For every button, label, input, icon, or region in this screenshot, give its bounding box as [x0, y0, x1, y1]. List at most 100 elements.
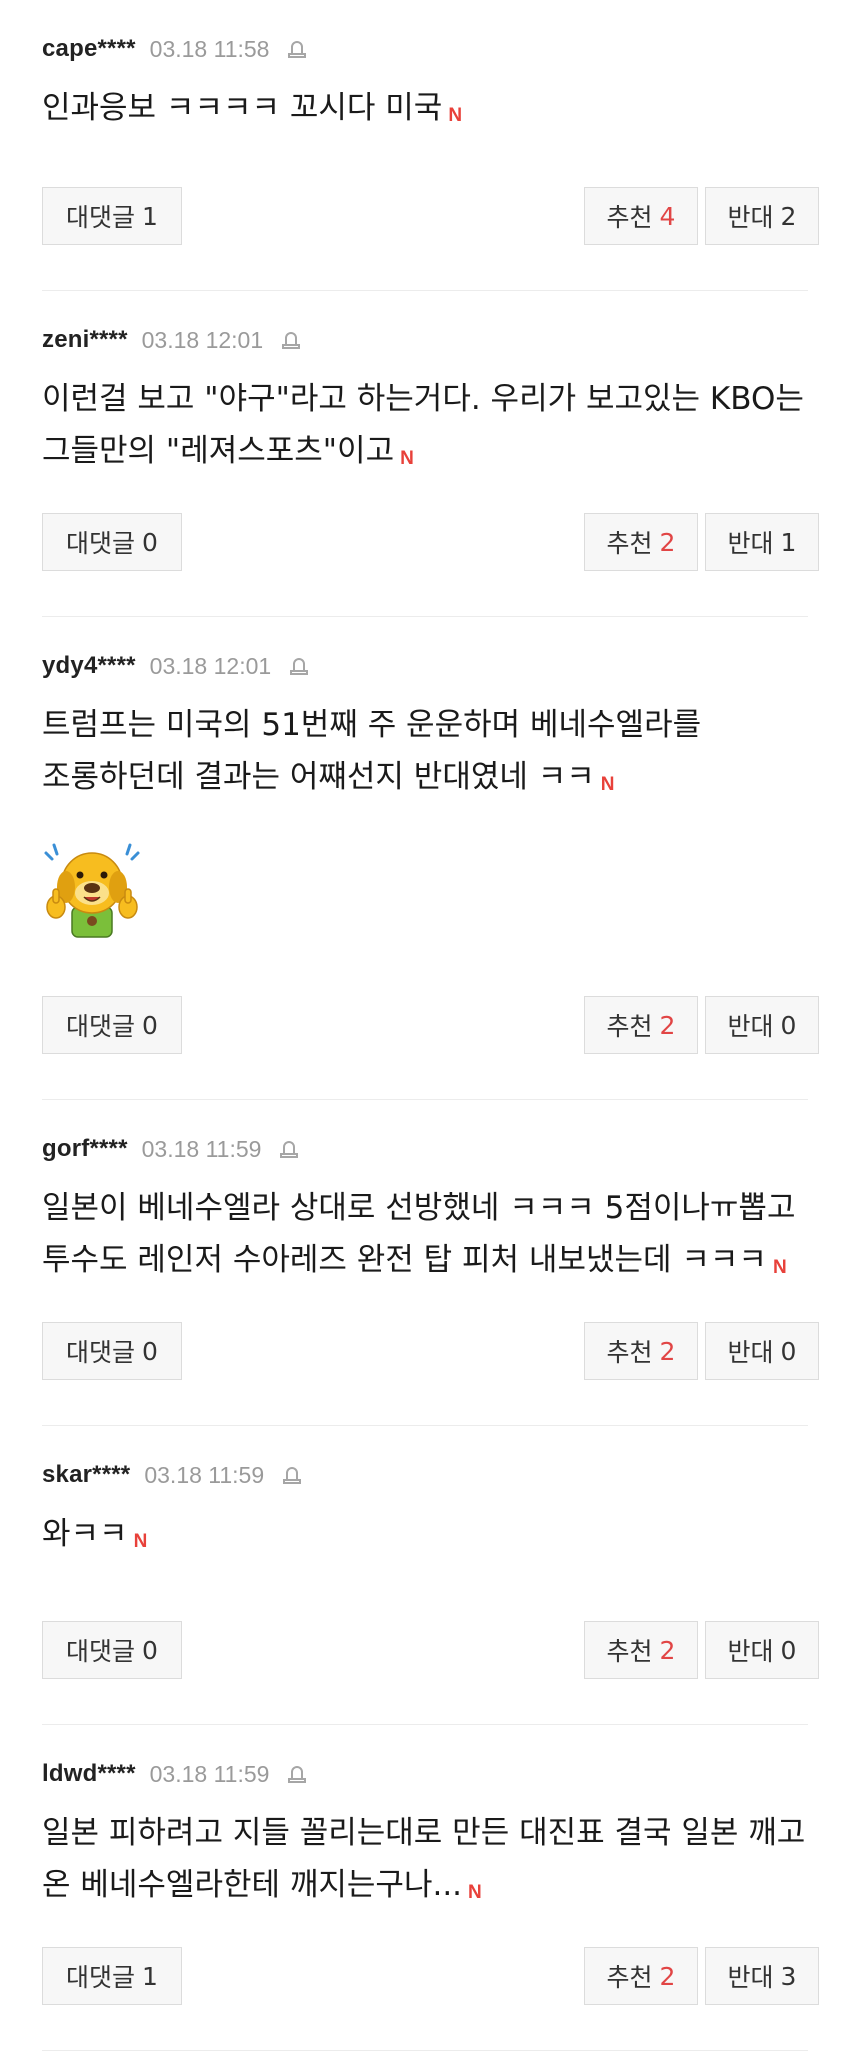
dislike-label: 반대: [727, 1012, 774, 1041]
comment-author[interactable]: gorf****: [42, 1135, 128, 1163]
reply-button[interactable]: 대댓글 1: [42, 1947, 182, 2005]
new-badge: N: [468, 1882, 482, 1903]
reply-button[interactable]: 대댓글 0: [42, 1621, 182, 1679]
new-badge: N: [133, 1531, 148, 1552]
comment-text-content: 일본이 베네수엘라 상대로 선방했네 ㅋㅋㅋ 5점이나ㅠ뽑고 투수도 레인저 수…: [42, 1190, 796, 1278]
dislike-button[interactable]: 반대 3: [705, 1947, 819, 2005]
comment-text-content: 일본 피하려고 지들 꼴리는대로 만든 대진표 결국 일본 깨고 온 베네수엘라…: [42, 1815, 806, 1903]
comment-text-content: 이런걸 보고 "야구"라고 하는거다. 우리가 보고있는 KBO는 그들만의 "…: [42, 381, 804, 469]
reply-count: 0: [142, 1635, 158, 1665]
comment-timestamp: 03.18 12:01: [149, 652, 272, 679]
siren-icon[interactable]: [280, 1463, 304, 1487]
comment-author[interactable]: ldwd****: [42, 1760, 136, 1788]
comment-meta: skar**** 03.18 11:59: [42, 1460, 304, 1490]
comment-item: cape**** 03.18 11:58 인과응보 ㅋㅋㅋㅋ 꼬시다 미국 N 대…: [42, 0, 819, 291]
like-count: 2: [659, 1336, 676, 1366]
reply-count: 1: [142, 201, 158, 231]
reply-label: 대댓글: [66, 529, 136, 558]
like-button[interactable]: 추천 2: [584, 1621, 698, 1679]
comment-text: 트럼프는 미국의 51번째 주 운운하며 베네수엘라를 조롱하던데 결과는 어쨰…: [42, 699, 808, 811]
dislike-button[interactable]: 반대 0: [705, 1322, 819, 1380]
like-button[interactable]: 추천 2: [584, 1947, 698, 2005]
siren-icon[interactable]: [277, 1137, 301, 1161]
comment-timestamp: 03.18 11:58: [149, 35, 270, 62]
comment-author[interactable]: zeni****: [42, 326, 128, 354]
dislike-label: 반대: [727, 1338, 774, 1367]
like-label: 추천: [606, 529, 653, 558]
like-count: 2: [659, 1961, 676, 1991]
siren-icon[interactable]: [279, 328, 303, 352]
like-label: 추천: [606, 203, 653, 232]
comment-text: 인과응보 ㅋㅋㅋㅋ 꼬시다 미국 N: [42, 82, 808, 142]
reply-button[interactable]: 대댓글 0: [42, 1322, 182, 1380]
dislike-button[interactable]: 반대 1: [705, 513, 819, 571]
like-button[interactable]: 추천 2: [584, 996, 698, 1054]
like-button[interactable]: 추천 2: [584, 513, 698, 571]
reply-button[interactable]: 대댓글 0: [42, 513, 182, 571]
like-button[interactable]: 추천 4: [584, 187, 698, 245]
comment-timestamp: 03.18 11:59: [141, 1135, 262, 1162]
reply-count: 0: [142, 1336, 158, 1366]
dislike-button[interactable]: 반대 0: [705, 996, 819, 1054]
comment-author[interactable]: skar****: [42, 1461, 130, 1489]
like-label: 추천: [606, 1963, 653, 1992]
comment-item: ldwd**** 03.18 11:59 일본 피하려고 지들 꼴리는대로 만든…: [42, 1725, 819, 2051]
like-count: 4: [659, 201, 676, 231]
reply-count: 0: [142, 1010, 158, 1040]
dislike-button[interactable]: 반대 0: [705, 1621, 819, 1679]
siren-icon[interactable]: [285, 1762, 309, 1786]
like-count: 2: [659, 1010, 676, 1040]
like-label: 추천: [606, 1012, 653, 1041]
reply-count: 0: [142, 527, 158, 557]
dislike-label: 반대: [727, 203, 774, 232]
reply-button[interactable]: 대댓글 0: [42, 996, 182, 1054]
comment-item: skar**** 03.18 11:59 와ㅋㅋ N 대댓글 0 추천 2 반대 0: [42, 1426, 819, 1725]
comment-text: 와ㅋㅋ N: [42, 1508, 808, 1568]
dislike-count: 0: [780, 1010, 797, 1040]
comment-timestamp: 03.18 11:59: [149, 1760, 270, 1787]
siren-icon[interactable]: [285, 37, 309, 61]
comment-author[interactable]: cape****: [42, 35, 136, 63]
new-badge: N: [400, 448, 414, 469]
comment-item: ydy4**** 03.18 12:01 트럼프는 미국의 51번째 주 운운하…: [42, 617, 819, 1100]
reply-button[interactable]: 대댓글 1: [42, 187, 182, 245]
comment-meta: zeni**** 03.18 12:01: [42, 325, 303, 355]
comment-timestamp: 03.18 12:01: [141, 326, 264, 353]
dislike-count: 0: [780, 1635, 797, 1665]
dislike-count: 1: [780, 527, 797, 557]
new-badge: N: [448, 105, 462, 126]
new-badge: N: [772, 1257, 787, 1278]
comment-timestamp: 03.18 11:59: [144, 1461, 265, 1488]
comment-text: 이런걸 보고 "야구"라고 하는거다. 우리가 보고있는 KBO는 그들만의 "…: [42, 373, 808, 485]
comment-meta: ldwd**** 03.18 11:59: [42, 1759, 309, 1789]
reply-label: 대댓글: [66, 203, 136, 232]
reply-label: 대댓글: [66, 1012, 136, 1041]
like-count: 2: [659, 527, 676, 557]
new-badge: N: [600, 774, 615, 795]
comment-text: 일본이 베네수엘라 상대로 선방했네 ㅋㅋㅋ 5점이나ㅠ뽑고 투수도 레인저 수…: [42, 1182, 808, 1294]
like-count: 2: [659, 1635, 676, 1665]
reply-count: 1: [142, 1961, 158, 1991]
dislike-count: 0: [780, 1336, 797, 1366]
comment-text-content: 와ㅋㅋ: [42, 1516, 128, 1552]
reply-label: 대댓글: [66, 1963, 136, 1992]
comment-item: zeni**** 03.18 12:01 이런걸 보고 "야구"라고 하는거다.…: [42, 291, 819, 617]
dislike-count: 2: [780, 201, 797, 231]
like-button[interactable]: 추천 2: [584, 1322, 698, 1380]
dislike-button[interactable]: 반대 2: [705, 187, 819, 245]
comment-meta: cape**** 03.18 11:58: [42, 34, 309, 64]
like-label: 추천: [606, 1338, 653, 1367]
comment-author[interactable]: ydy4****: [42, 652, 136, 680]
reply-label: 대댓글: [66, 1338, 136, 1367]
like-label: 추천: [606, 1637, 653, 1666]
siren-icon[interactable]: [287, 654, 311, 678]
comment-text: 일본 피하려고 지들 꼴리는대로 만든 대진표 결국 일본 깨고 온 베네수엘라…: [42, 1807, 808, 1919]
dog-thumbs-up-emoticon: [44, 843, 140, 938]
dislike-label: 반대: [727, 1963, 774, 1992]
dislike-label: 반대: [727, 1637, 774, 1666]
comment-meta: gorf**** 03.18 11:59: [42, 1134, 301, 1164]
dislike-count: 3: [780, 1961, 797, 1991]
dislike-label: 반대: [727, 529, 774, 558]
comment-text-content: 인과응보 ㅋㅋㅋㅋ 꼬시다 미국: [42, 90, 443, 126]
comment-item: gorf**** 03.18 11:59 일본이 베네수엘라 상대로 선방했네 …: [42, 1100, 819, 1426]
